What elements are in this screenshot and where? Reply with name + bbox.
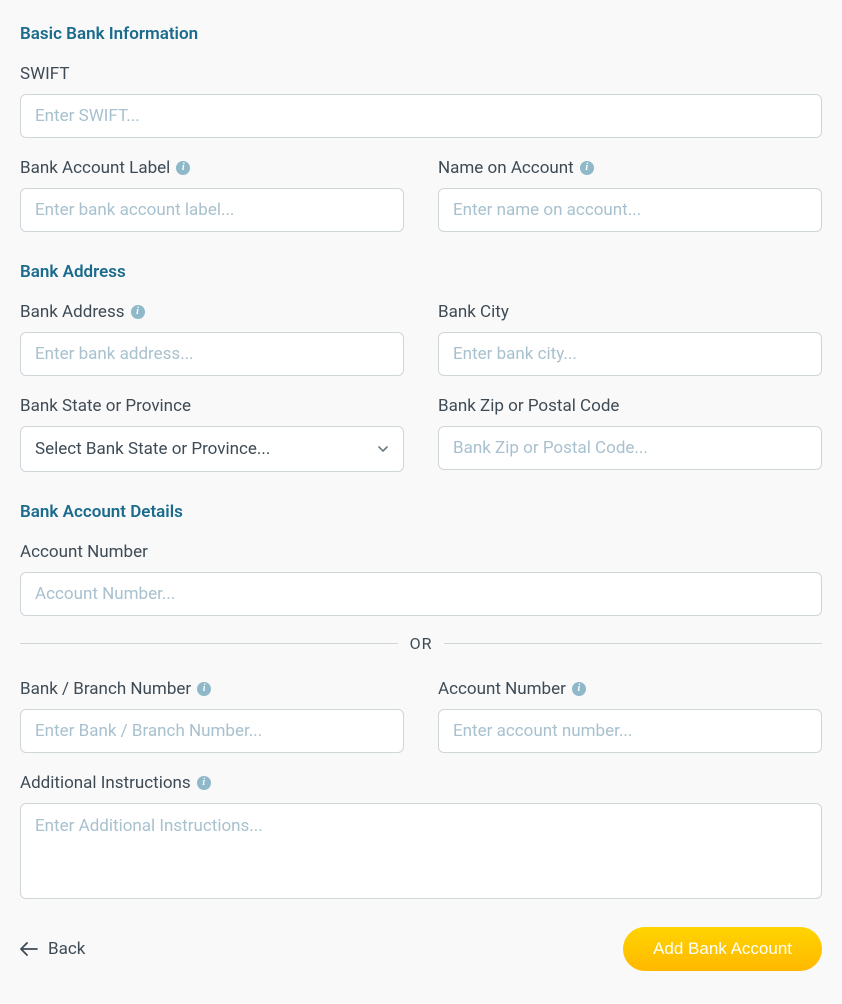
name-on-account-text: Name on Account <box>438 158 574 178</box>
swift-label-text: SWIFT <box>20 64 70 84</box>
account-number-input[interactable] <box>20 572 822 616</box>
bank-zip-input[interactable] <box>438 426 822 470</box>
section-heading-details: Bank Account Details <box>20 502 822 522</box>
section-address: Bank Address Bank Address i Bank City Ba… <box>20 262 822 472</box>
additional-instructions-input[interactable] <box>20 803 822 899</box>
swift-label: SWIFT <box>20 64 822 84</box>
additional-instructions-label: Additional Instructions i <box>20 773 822 793</box>
branch-number-text: Bank / Branch Number <box>20 679 191 699</box>
arrow-left-icon <box>20 942 38 956</box>
info-icon: i <box>580 161 594 175</box>
footer: Back Add Bank Account <box>20 927 822 971</box>
account-number-label: Account Number <box>20 542 822 562</box>
back-button[interactable]: Back <box>20 939 85 959</box>
name-on-account-label: Name on Account i <box>438 158 822 178</box>
bank-address-text: Bank Address <box>20 302 125 322</box>
account-label-input[interactable] <box>20 188 404 232</box>
chevron-down-icon <box>377 443 389 455</box>
account-label-text: Bank Account Label <box>20 158 170 178</box>
bank-state-select[interactable]: Select Bank State or Province... <box>20 426 404 472</box>
or-divider: OR <box>20 634 822 653</box>
section-heading-address: Bank Address <box>20 262 822 282</box>
section-heading-basic: Basic Bank Information <box>20 24 822 44</box>
info-icon: i <box>572 682 586 696</box>
account-label-label: Bank Account Label i <box>20 158 404 178</box>
swift-input[interactable] <box>20 94 822 138</box>
branch-number-label: Bank / Branch Number i <box>20 679 404 699</box>
bank-address-input[interactable] <box>20 332 404 376</box>
or-text: OR <box>410 634 433 653</box>
account-number-text: Account Number <box>20 542 148 562</box>
bank-zip-label: Bank Zip or Postal Code <box>438 396 822 416</box>
account-number2-input[interactable] <box>438 709 822 753</box>
add-bank-account-button[interactable]: Add Bank Account <box>623 927 822 971</box>
bank-state-selected: Select Bank State or Province... <box>35 439 270 459</box>
bank-city-label: Bank City <box>438 302 822 322</box>
section-basic: Basic Bank Information SWIFT Bank Accoun… <box>20 24 822 232</box>
back-label: Back <box>48 939 85 959</box>
bank-state-text: Bank State or Province <box>20 396 191 416</box>
info-icon: i <box>176 161 190 175</box>
info-icon: i <box>131 305 145 319</box>
bank-zip-text: Bank Zip or Postal Code <box>438 396 619 416</box>
bank-address-label: Bank Address i <box>20 302 404 322</box>
bank-city-text: Bank City <box>438 302 509 322</box>
account-number2-label: Account Number i <box>438 679 822 699</box>
branch-number-input[interactable] <box>20 709 404 753</box>
divider-line <box>444 643 822 644</box>
additional-instructions-text: Additional Instructions <box>20 773 191 793</box>
account-number2-text: Account Number <box>438 679 566 699</box>
bank-city-input[interactable] <box>438 332 822 376</box>
name-on-account-input[interactable] <box>438 188 822 232</box>
divider-line <box>20 643 398 644</box>
info-icon: i <box>197 776 211 790</box>
info-icon: i <box>197 682 211 696</box>
bank-state-label: Bank State or Province <box>20 396 404 416</box>
section-details: Bank Account Details Account Number OR B… <box>20 502 822 899</box>
